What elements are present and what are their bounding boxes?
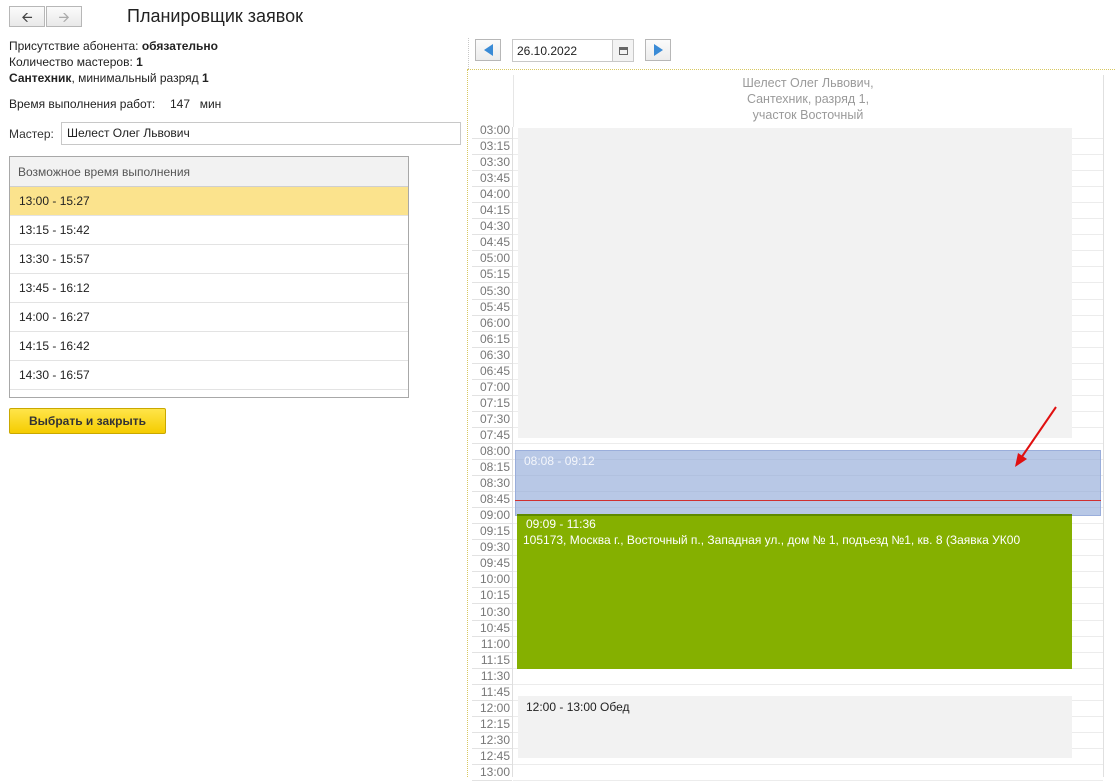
time-label: 06:30 (479, 347, 510, 362)
forward-button[interactable]: 🡪 (46, 6, 82, 27)
calendar-button[interactable] (612, 39, 634, 62)
time-label: 03:00 (479, 123, 510, 137)
current-time-line (515, 500, 1101, 501)
time-label: 04:00 (479, 187, 510, 202)
time-label: 04:45 (479, 235, 510, 250)
arrow-left-icon: 🡨 (21, 8, 33, 25)
duration-value: 147 (169, 97, 190, 111)
back-button[interactable]: 🡨 (9, 6, 45, 27)
presence-line: Присутствие абонента: обязательно (9, 39, 218, 53)
next-day-button[interactable] (645, 39, 671, 61)
time-label: 06:45 (479, 363, 510, 378)
time-label: 11:15 (480, 652, 510, 667)
masters-count-label: Количество мастеров: (9, 55, 133, 69)
column-divider (1103, 75, 1104, 777)
time-label: 08:00 (479, 444, 510, 458)
time-label: 07:30 (479, 411, 510, 426)
date-input[interactable]: 26.10.2022 (512, 39, 612, 62)
time-label: 09:45 (479, 556, 510, 571)
time-label: 06:15 (479, 331, 510, 346)
duration-line: Время выполнения работ: 147 мин (9, 97, 221, 111)
time-label: 10:00 (479, 572, 510, 587)
time-label: 12:15 (479, 716, 510, 731)
master-label: Мастер: (9, 127, 54, 141)
busy-block-time: 08:08 - 09:12 (524, 454, 595, 468)
time-label: 10:15 (479, 588, 510, 603)
specialty-name: Сантехник (9, 71, 72, 85)
time-label: 12:30 (479, 732, 510, 747)
prev-day-button[interactable] (475, 39, 501, 61)
time-label: 08:30 (479, 476, 510, 491)
time-label: 06:00 (479, 315, 510, 330)
duration-unit: мин (199, 97, 222, 111)
resource-area: участок Восточный (752, 108, 864, 122)
time-label: 09:00 (479, 508, 510, 523)
table-row[interactable]: 14:15 - 16:42 (10, 332, 408, 361)
table-row[interactable]: 13:45 - 16:12 (10, 274, 408, 303)
unavailable-period (518, 128, 1072, 438)
time-label: 04:15 (479, 203, 510, 218)
time-label: 11:30 (480, 668, 510, 683)
resource-header: Шелест Олег Львович, Сантехник, разряд 1… (513, 75, 1102, 127)
time-label: 09:30 (479, 540, 510, 555)
time-label: 13:00 (479, 765, 510, 779)
arrow-right-icon: 🡪 (58, 8, 70, 25)
time-label: 12:45 (479, 748, 510, 763)
grid-line (513, 763, 1103, 765)
duration-label: Время выполнения работ: (9, 97, 156, 111)
masters-count-value: 1 (136, 55, 143, 69)
time-table-header[interactable]: Возможное время выполнения (10, 157, 408, 187)
time-label: 04:30 (479, 219, 510, 234)
lunch-label: 12:00 - 13:00 Обед (526, 700, 630, 714)
time-label: 05:45 (479, 299, 510, 314)
time-label: 03:15 (479, 139, 510, 154)
time-label: 12:00 (479, 700, 510, 715)
masters-count-line: Количество мастеров: 1 (9, 55, 143, 69)
time-label: 07:15 (479, 395, 510, 410)
choose-and-close-button[interactable]: Выбрать и закрыть (9, 408, 166, 434)
time-label: 10:45 (479, 620, 510, 635)
time-label: 05:15 (479, 267, 510, 282)
window-title: Планировщик заявок (127, 6, 304, 26)
time-label: 11:00 (480, 636, 510, 651)
order-block-time: 09:09 - 11:36 (526, 517, 596, 531)
annotation-arrow-icon (1015, 406, 1057, 467)
arrow-left-blue-icon (483, 44, 493, 56)
grade-label: , минимальный разряд (71, 71, 199, 85)
time-label: 03:45 (479, 171, 510, 186)
time-label: 11:45 (480, 684, 510, 699)
resource-name: Шелест Олег Львович, (742, 76, 874, 90)
table-row[interactable]: 13:30 - 15:57 (10, 245, 408, 274)
time-label: 03:30 (479, 155, 510, 170)
time-label: 10:30 (479, 604, 510, 619)
grade-value: 1 (201, 71, 209, 85)
time-label: 08:45 (479, 492, 510, 507)
table-row[interactable]: 13:15 - 15:42 (10, 216, 408, 245)
table-row[interactable]: 14:00 - 16:27 (10, 303, 408, 332)
time-scale: 03:00 03:15 03:30 03:45 04:00 04:15 04:30 04:45… (472, 123, 513, 781)
time-table: Возможное время выполнения 13:00 - 15:27… (9, 156, 409, 398)
time-label: 08:15 (479, 460, 510, 475)
presence-label: Присутствие абонента: (9, 39, 139, 53)
presence-value: обязательно (141, 39, 219, 53)
time-label: 09:15 (479, 524, 510, 539)
time-label: 05:00 (479, 251, 510, 266)
master-field[interactable]: Шелест Олег Львович (61, 122, 461, 145)
calendar-icon (618, 46, 628, 55)
time-label: 07:00 (479, 379, 510, 394)
time-label: 05:30 (479, 283, 510, 298)
specialty-line: Сантехник, минимальный разряд 1 (9, 71, 209, 85)
table-row[interactable]: 13:00 - 15:27 (10, 187, 408, 216)
grid-line (513, 683, 1103, 685)
arrow-right-blue-icon (653, 44, 663, 56)
resource-specialty: Сантехник, разряд 1, (746, 92, 870, 106)
order-block-address: 105173, Москва г., Восточный п., Западна… (523, 533, 1021, 547)
time-label: 07:45 (479, 427, 510, 442)
table-row[interactable]: 14:30 - 16:57 (10, 361, 408, 390)
